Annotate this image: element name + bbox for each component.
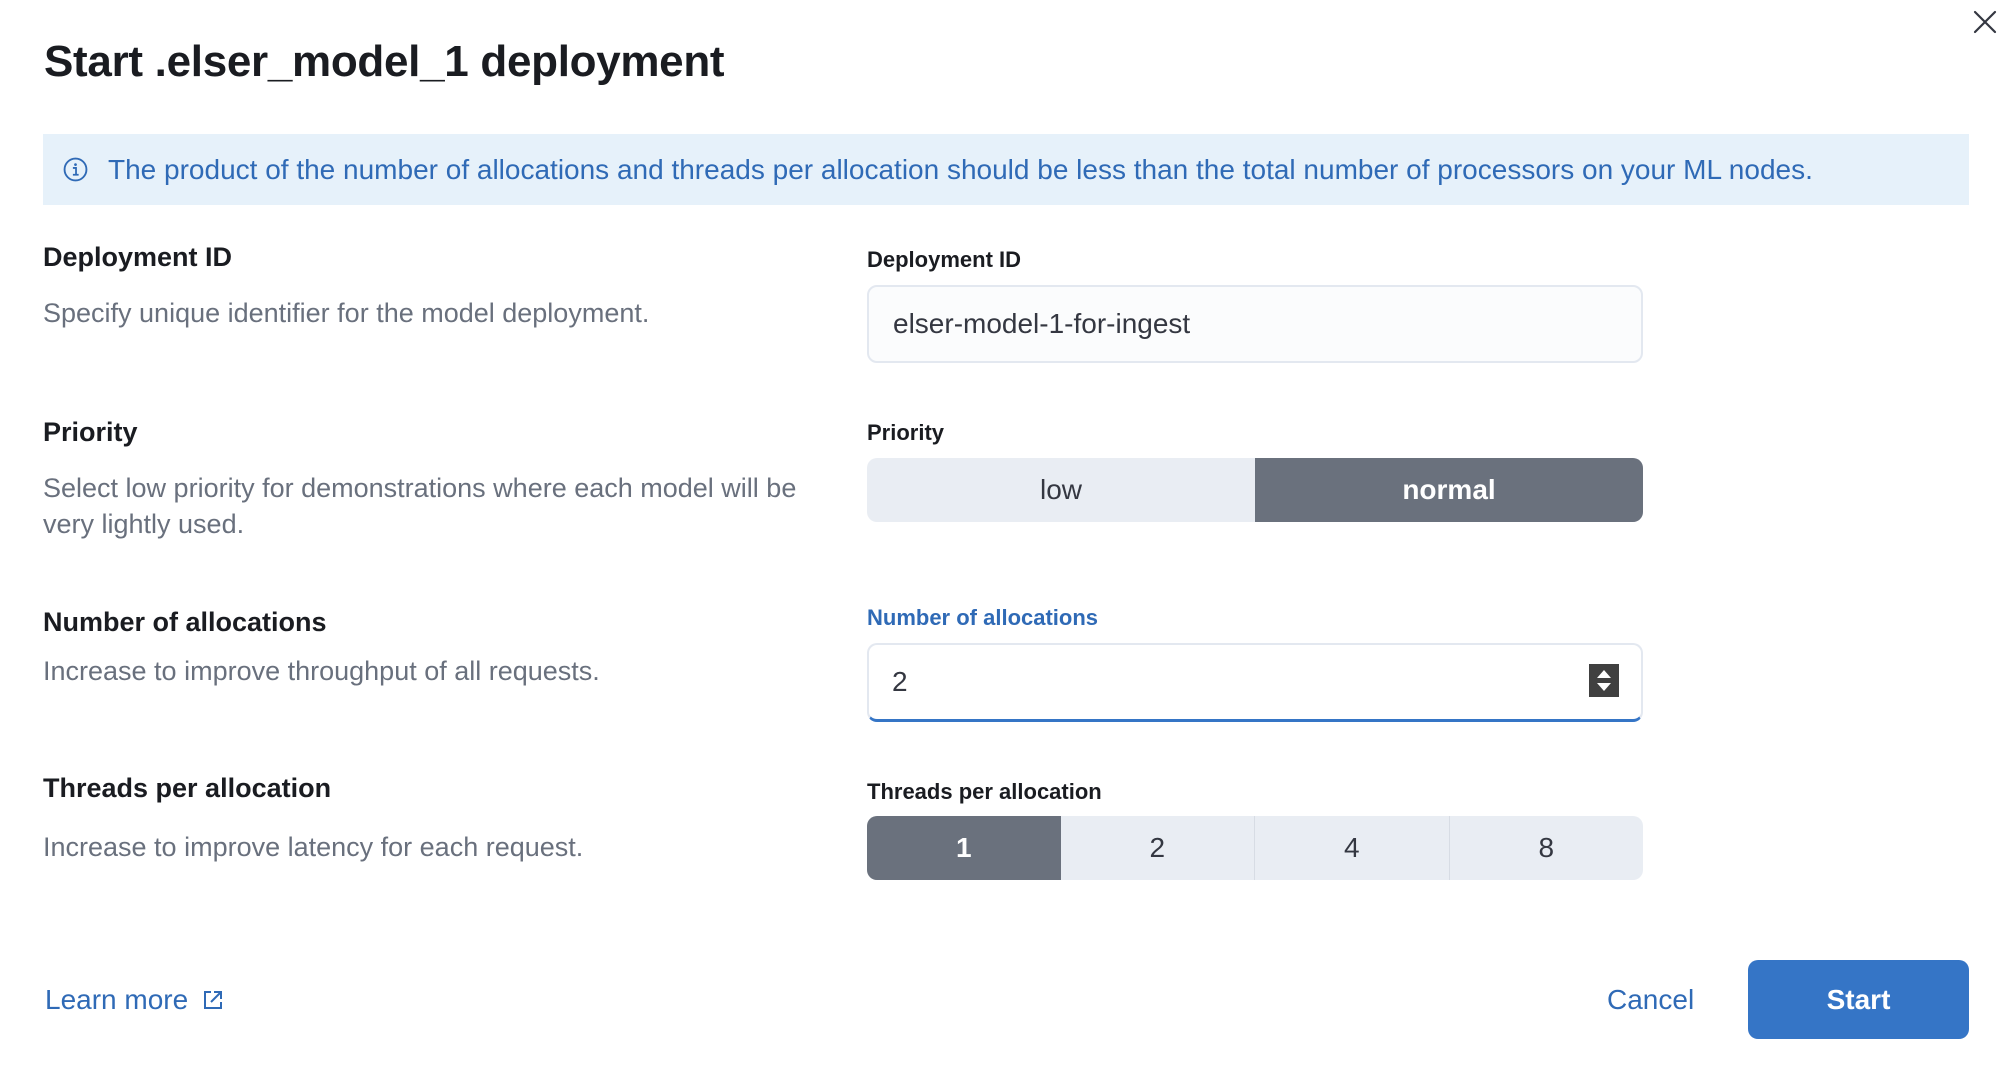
external-link-icon <box>204 991 223 1009</box>
allocations-description: Increase to improve throughput of all re… <box>43 656 600 686</box>
priority-option-low[interactable]: low <box>867 458 1255 522</box>
priority-button-group: low normal <box>867 458 1643 522</box>
allocations-stepper[interactable] <box>1589 664 1619 697</box>
stepper-arrows-icon <box>1597 670 1611 691</box>
cancel-button[interactable]: Cancel <box>1607 986 1694 1014</box>
deployment-id-heading: Deployment ID <box>43 242 233 272</box>
info-icon <box>63 157 88 182</box>
allocations-input[interactable] <box>869 645 1569 719</box>
learn-more-link[interactable]: Learn more <box>45 986 224 1014</box>
start-button[interactable]: Start <box>1748 960 1969 1039</box>
deployment-id-label: Deployment ID <box>867 247 1022 272</box>
deployment-id-description: Specify unique identifier for the model … <box>43 298 650 328</box>
allocations-heading: Number of allocations <box>43 607 327 637</box>
threads-heading: Threads per allocation <box>43 773 332 803</box>
priority-option-normal[interactable]: normal <box>1255 458 1643 522</box>
threads-description: Increase to improve latency for each req… <box>43 832 584 862</box>
priority-label: Priority <box>867 420 945 445</box>
deployment-id-input[interactable] <box>867 285 1643 363</box>
threads-option-1[interactable]: 1 <box>867 816 1061 880</box>
close-icon <box>1973 10 1997 34</box>
threads-option-2[interactable]: 2 <box>1061 816 1255 880</box>
priority-heading: Priority <box>43 417 138 447</box>
allocations-number-field <box>867 643 1643 722</box>
threads-option-4[interactable]: 4 <box>1254 816 1449 880</box>
modal-title: Start .elser_model_1 deployment <box>44 37 725 86</box>
info-callout: The product of the number of allocations… <box>43 134 1969 205</box>
learn-more-label: Learn more <box>45 984 189 1015</box>
allocations-label: Number of allocations <box>867 605 1099 630</box>
close-button[interactable] <box>1973 10 1997 34</box>
threads-button-group: 1 2 4 8 <box>867 816 1643 880</box>
threads-label: Threads per allocation <box>867 779 1102 804</box>
threads-option-8[interactable]: 8 <box>1448 816 1644 880</box>
callout-text: The product of the number of allocations… <box>108 154 1813 185</box>
priority-description: Select low priority for demonstrations w… <box>43 473 797 539</box>
